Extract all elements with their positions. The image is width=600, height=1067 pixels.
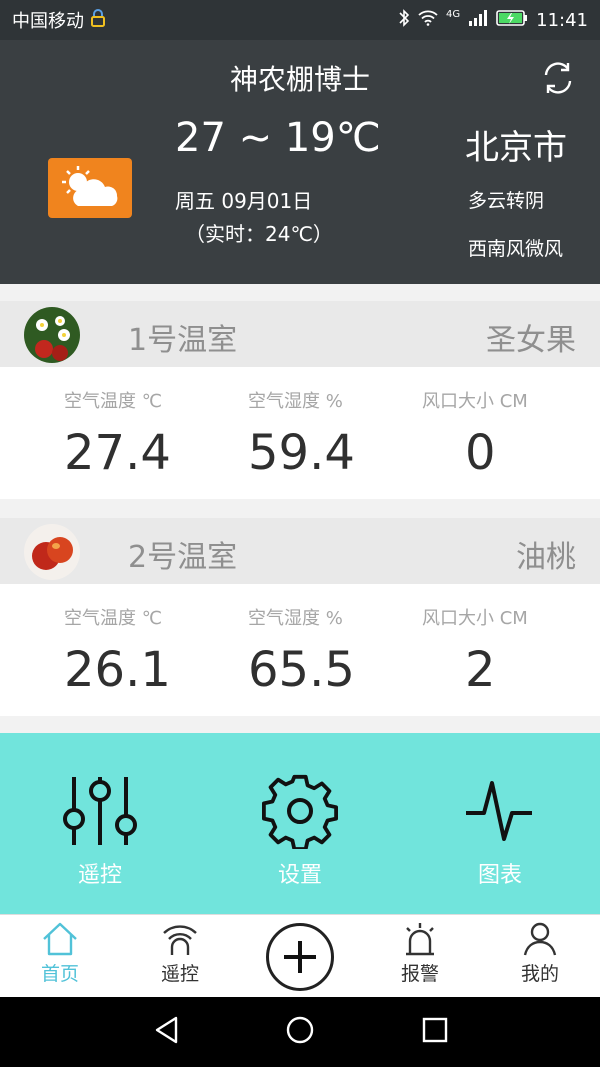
bottom-navigation: 首页 遥控 报警 我的 [0,914,600,997]
air-temperature-label: 空气温度 ℃ [64,608,162,629]
nav-label: 我的 [520,963,559,985]
remote-icon [163,925,197,955]
air-temperature-value: 27.4 [64,425,171,481]
quick-actions-panel: 遥控 设置 图表 [0,733,600,914]
tab-remote[interactable]: 遥控 [130,919,230,986]
city-name[interactable]: 北京市 [465,120,567,169]
charts-button[interactable]: 图表 [440,773,560,889]
air-humidity-label: 空气湿度 % [248,608,343,629]
lock-icon [90,8,106,32]
system-navigation-bar [0,997,600,1067]
action-label: 图表 [477,863,522,888]
weather-header: 神农棚博士 27 ~ 19℃ 周五 09月01日 （实时：24℃） 北京市 多云… [0,40,600,284]
wind-info: 西南风微风 [468,238,564,260]
app-title: 神农棚博士 [229,63,370,96]
back-icon[interactable] [152,1015,182,1045]
tab-alarm[interactable]: 报警 [370,919,470,986]
temperature-range: 27 ~ 19℃ [175,115,381,161]
add-button[interactable] [266,923,334,991]
partly-cloudy-icon [48,158,132,218]
tab-home[interactable]: 首页 [10,919,110,986]
wifi-icon [418,10,438,31]
network-type: 4G [446,8,461,20]
battery-icon [496,9,528,31]
greenhouse-crop: 圣女果 [486,323,576,358]
status-bar: 中国移动 4G 11:41 [0,0,600,40]
greenhouse-crop: 油桃 [516,540,576,575]
nav-label: 遥控 [160,963,199,985]
home-icon [43,922,77,956]
greenhouse-1-header[interactable]: 1号温室 圣女果 [0,301,600,367]
carrier-label: 中国移动 [12,11,84,32]
vent-size-value: 2 [465,642,496,698]
weather-condition: 多云转阴 [468,190,545,212]
alarm-icon [406,923,434,956]
greenhouse-1-metrics: 空气温度 ℃ 27.4 空气湿度 % 59.4 风口大小 CM 0 [0,367,600,499]
remote-control-button[interactable]: 遥控 [40,773,160,889]
air-humidity-value: 65.5 [248,642,355,698]
user-icon [523,922,557,956]
greenhouse-2-metrics: 空气温度 ℃ 26.1 空气湿度 % 65.5 风口大小 CM 2 [0,584,600,716]
pulse-chart-icon [466,781,532,841]
nav-label: 报警 [400,963,439,985]
nav-label: 首页 [40,963,79,985]
tab-me[interactable]: 我的 [490,919,590,986]
clock: 11:41 [536,9,588,31]
air-humidity-label: 空气湿度 % [248,391,343,412]
air-temperature-label: 空气温度 ℃ [64,391,162,412]
realtime-temperature: （实时：24℃） [185,222,333,246]
sliders-icon [63,777,137,845]
vent-size-value: 0 [465,425,496,481]
air-temperature-value: 26.1 [64,642,171,698]
gear-icon [262,774,339,849]
air-humidity-value: 59.4 [248,425,355,481]
nectarine-avatar [24,524,80,580]
greenhouse-name: 1号温室 [128,323,238,358]
greenhouse-2-header[interactable]: 2号温室 油桃 [0,518,600,584]
signal-icon [468,9,488,31]
vent-size-label: 风口大小 CM [422,391,528,412]
tomato-flower-avatar [24,307,80,363]
settings-button[interactable]: 设置 [240,773,360,889]
refresh-icon[interactable] [538,58,578,98]
vent-size-label: 风口大小 CM [422,608,528,629]
greenhouse-name: 2号温室 [128,540,238,575]
bluetooth-icon [398,8,410,33]
action-label: 设置 [277,863,322,888]
add-icon [284,941,316,973]
weather-date: 周五 09月01日 [175,189,313,213]
home-circle-icon[interactable] [285,1015,315,1045]
action-label: 遥控 [77,863,122,888]
recent-apps-icon[interactable] [420,1015,450,1045]
